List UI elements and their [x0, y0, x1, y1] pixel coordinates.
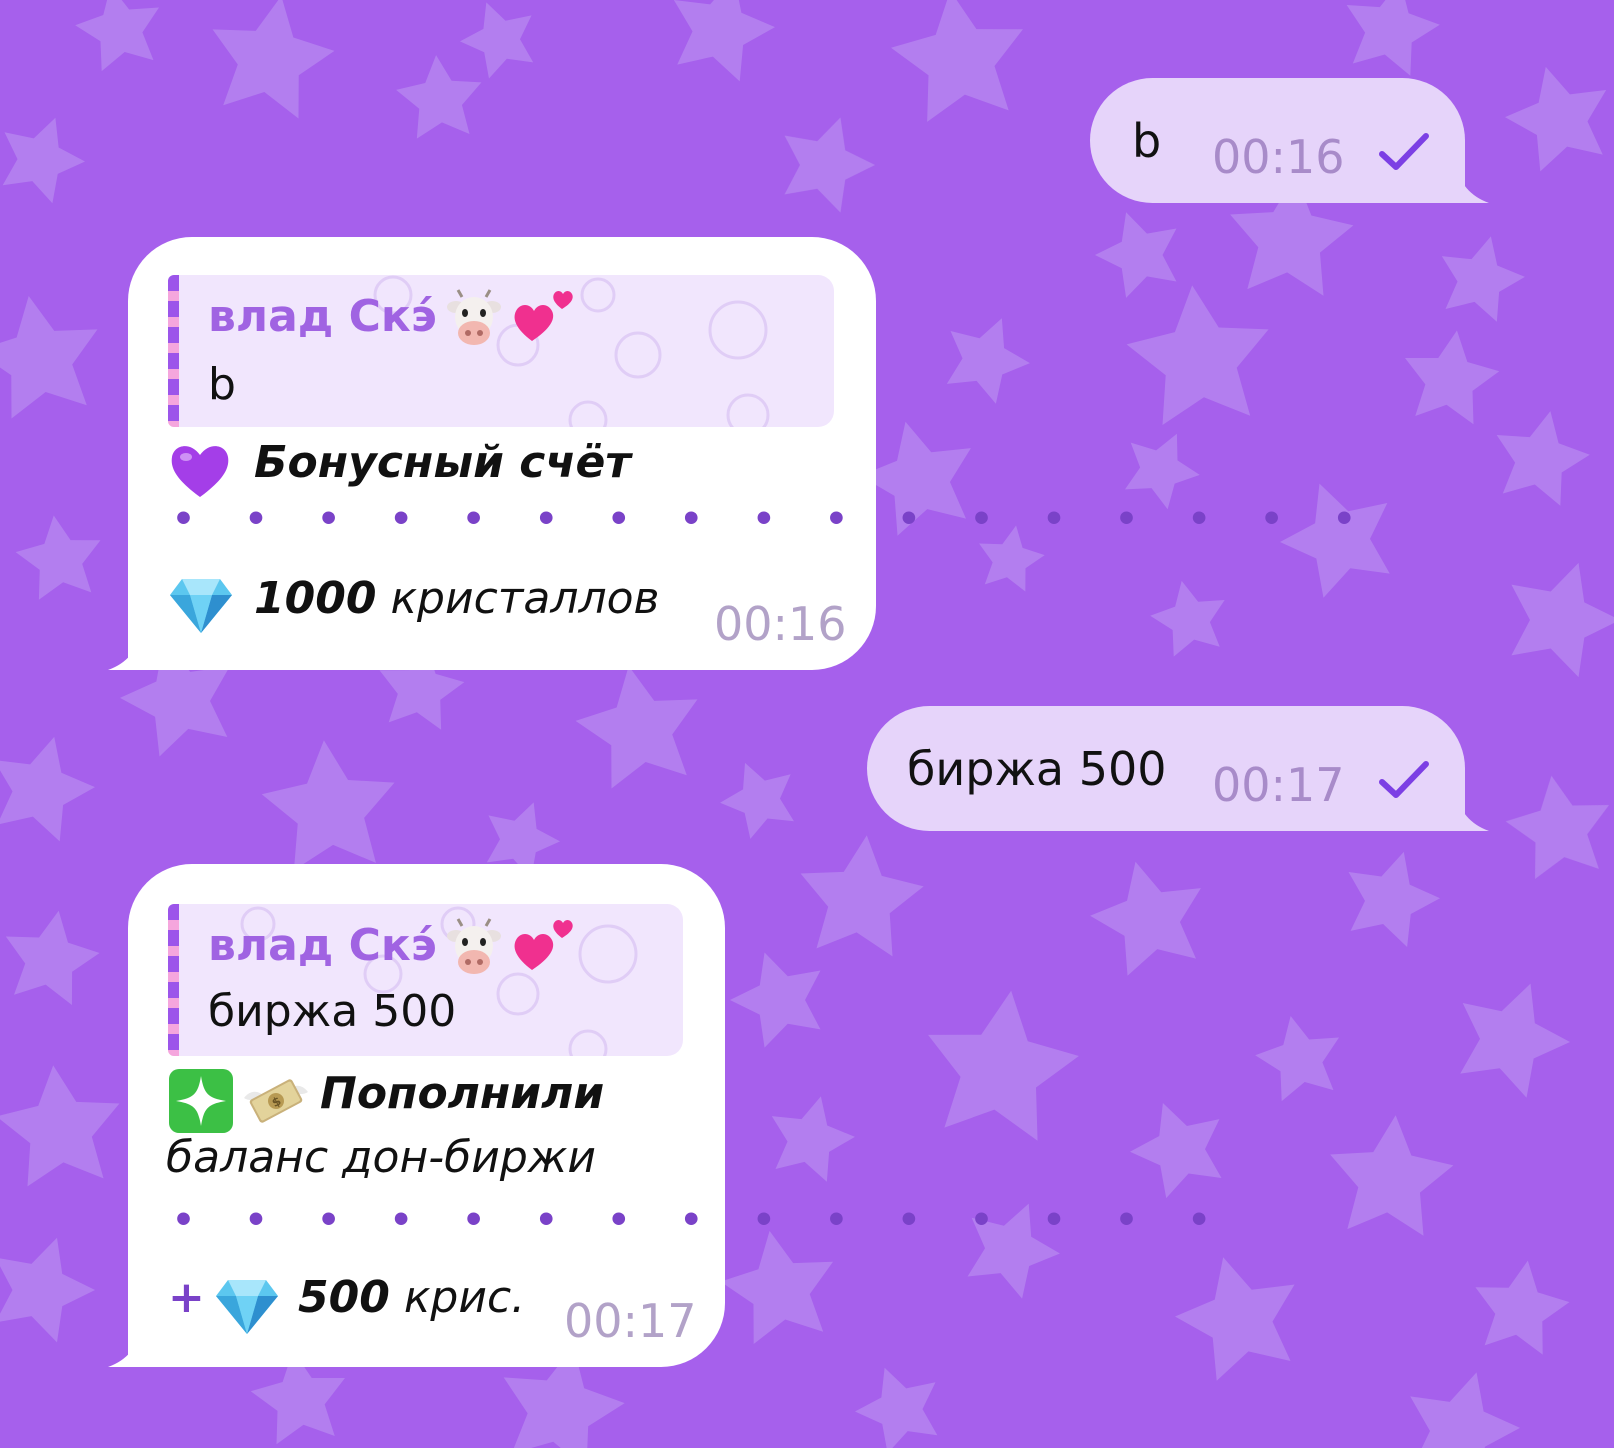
- incoming-message-bubble[interactable]: влад Скэ́ биржа 500 $ Пополнили баланс д…: [128, 864, 1211, 1367]
- reply-quote[interactable]: влад Скэ́ биржа 500: [168, 904, 683, 1056]
- message-time: 00:17: [1212, 758, 1345, 812]
- reply-text: b: [208, 359, 236, 410]
- amount-unit: крис.: [403, 1272, 526, 1323]
- gem-icon: [170, 579, 232, 633]
- reply-sender-name: влад Скэ́: [208, 920, 437, 971]
- cow-face-icon: [447, 289, 501, 345]
- cow-face-icon: [447, 918, 501, 974]
- amount-line: 1000 кристаллов: [254, 573, 659, 624]
- bubble-tail: [108, 630, 142, 670]
- incoming-message-bubble[interactable]: влад Скэ́ b Бонусный счёт • • • • • • • …: [128, 237, 1356, 670]
- reply-text: биржа 500: [208, 986, 457, 1037]
- amount-number: 500: [298, 1272, 390, 1323]
- bubble-tail: [108, 1327, 142, 1367]
- message-subtitle: баланс дон-биржи: [166, 1132, 597, 1183]
- message-title: Пополнили: [320, 1068, 605, 1119]
- money-with-wings-icon: $: [244, 1079, 308, 1123]
- reply-sender-name: влад Скэ́: [208, 291, 437, 342]
- message-time: 00:17: [564, 1294, 697, 1348]
- amount-unit: кристаллов: [390, 573, 660, 624]
- plus-sign: +: [168, 1272, 205, 1323]
- message-title: Бонусный счёт: [254, 437, 631, 488]
- message-text: биржа 500: [907, 742, 1167, 796]
- outgoing-message-bubble[interactable]: биржа 500 00:17: [867, 706, 1465, 831]
- check-icon: [1379, 761, 1429, 798]
- two-hearts-icon: [514, 291, 573, 341]
- sparkle-icon: [169, 1069, 233, 1133]
- amount-line: 500 крис.: [298, 1272, 525, 1323]
- purple-heart-icon: [171, 446, 229, 497]
- separator-dots: • • • • • • • • • • • • • • •: [172, 1200, 1230, 1241]
- two-hearts-icon: [514, 920, 573, 970]
- message-time: 00:16: [714, 597, 847, 651]
- outgoing-message-bubble[interactable]: b 00:16: [1090, 78, 1465, 203]
- amount-number: 1000: [254, 573, 377, 624]
- reply-quote[interactable]: влад Скэ́ b: [168, 275, 834, 427]
- gem-icon: [216, 1280, 278, 1334]
- separator-dots: • • • • • • • • • • • • • • • • •: [172, 499, 1375, 540]
- check-icon: [1379, 133, 1429, 170]
- message-text: b: [1132, 114, 1162, 168]
- bubble-tail: [1455, 163, 1489, 203]
- message-time: 00:16: [1212, 130, 1345, 184]
- bubble-tail: [1455, 791, 1489, 831]
